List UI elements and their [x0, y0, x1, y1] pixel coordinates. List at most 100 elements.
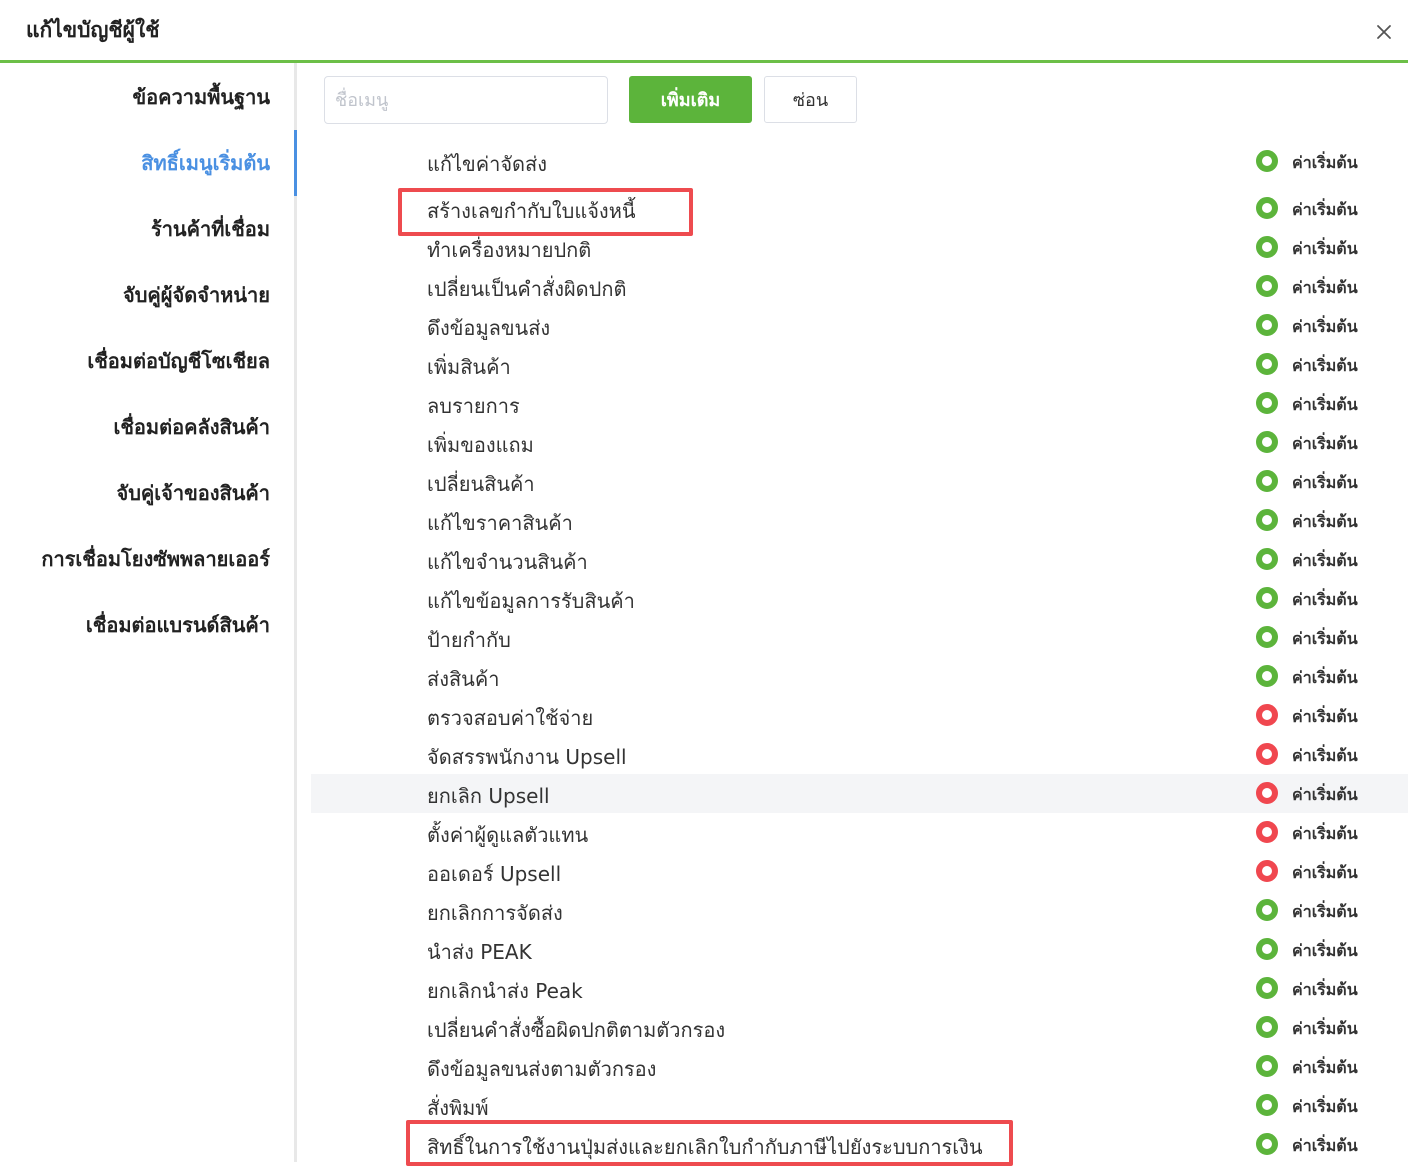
sidebar-item-brands[interactable]: เชื่อมต่อแบรนด์สินค้า: [0, 592, 270, 658]
status-label: ค่าเริ่มต้น: [1292, 629, 1358, 648]
permission-name: แก้ไขข้อมูลการรับสินค้า: [427, 589, 635, 613]
status-on-icon[interactable]: [1256, 392, 1278, 414]
permission-row-hovered: ยกเลิก Upsell ค่าเริ่มต้น: [311, 774, 1408, 813]
status-label: ค่าเริ่มต้น: [1292, 863, 1358, 882]
status-on-icon[interactable]: [1256, 314, 1278, 336]
permission-name: ตรวจสอบค่าใช้จ่าย: [427, 706, 594, 730]
permission-row: ดึงข้อมูลขนส่ง ค่าเริ่มต้น: [311, 306, 1408, 345]
permission-name: เปลี่ยนสินค้า: [427, 472, 535, 496]
permission-name: ยกเลิกนำส่ง Peak: [427, 979, 583, 1003]
sidebar-item-match-distributors[interactable]: จับคู่ผู้จัดจำหน่าย: [0, 262, 270, 328]
status-label: ค่าเริ่มต้น: [1292, 200, 1358, 219]
status-on-icon[interactable]: [1256, 197, 1278, 219]
status-off-icon[interactable]: [1256, 782, 1278, 804]
permission-row: เพิ่มสินค้า ค่าเริ่มต้น: [311, 345, 1408, 384]
sidebar-item-product-owners[interactable]: จับคู่เจ้าของสินค้า: [0, 460, 270, 526]
status-label: ค่าเริ่มต้น: [1292, 473, 1358, 492]
status-on-icon[interactable]: [1256, 509, 1278, 531]
sidebar-item-basic-info[interactable]: ข้อความพื้นฐาน: [0, 64, 271, 130]
status-label: ค่าเริ่มต้น: [1292, 746, 1358, 765]
sidebar-item-warehouse[interactable]: เชื่อมต่อคลังสินค้า: [0, 394, 271, 460]
status-on-icon[interactable]: [1256, 1094, 1278, 1116]
active-indicator: [294, 130, 297, 196]
status-on-icon[interactable]: [1256, 1133, 1278, 1155]
status-label: ค่าเริ่มต้น: [1292, 902, 1358, 921]
sidebar-item-social-accounts[interactable]: เชื่อมต่อบัญชีโซเชียล: [0, 328, 270, 394]
annotation-highlight-box: [398, 188, 693, 236]
permission-name: ส่งสินค้า: [427, 667, 500, 691]
sidebar: ข้อความพื้นฐาน สิทธิ์เมนูเริ่มต้น ร้านค้…: [0, 63, 297, 1162]
status-label: ค่าเริ่มต้น: [1292, 824, 1358, 843]
hide-button[interactable]: ซ่อน: [764, 76, 857, 123]
permission-row: ออเดอร์ Upsell ค่าเริ่มต้น: [311, 852, 1408, 891]
status-label: ค่าเริ่มต้น: [1292, 278, 1358, 297]
dialog-title: แก้ไขบัญชีผู้ใช้: [26, 18, 160, 42]
permission-name: ป้ายกำกับ: [427, 628, 511, 652]
sidebar-item-default-menu-permissions[interactable]: สิทธิ์เมนูเริ่มต้น: [0, 130, 270, 196]
sidebar-item-connected-shops[interactable]: ร้านค้าที่เชื่อม: [0, 196, 270, 262]
status-label: ค่าเริ่มต้น: [1292, 395, 1358, 414]
permission-row: ยกเลิกการจัดส่ง ค่าเริ่มต้น: [311, 891, 1408, 930]
status-on-icon[interactable]: [1256, 665, 1278, 687]
status-label: ค่าเริ่มต้น: [1292, 356, 1358, 375]
status-label: ค่าเริ่มต้น: [1292, 434, 1358, 453]
permission-row: เปลี่ยนเป็นคำสั่งผิดปกติ ค่าเริ่มต้น: [311, 267, 1408, 306]
permission-name: ทำเครื่องหมายปกติ: [427, 238, 592, 262]
status-label: ค่าเริ่มต้น: [1292, 1136, 1358, 1155]
status-on-icon[interactable]: [1256, 236, 1278, 258]
permission-row: ลบรายการ ค่าเริ่มต้น: [311, 384, 1408, 423]
status-on-icon[interactable]: [1256, 548, 1278, 570]
status-on-icon[interactable]: [1256, 977, 1278, 999]
status-off-icon[interactable]: [1256, 860, 1278, 882]
sidebar-item-supplier-links[interactable]: การเชื่อมโยงซัพพลายเออร์: [0, 526, 270, 592]
permission-name: ออเดอร์ Upsell: [427, 862, 562, 886]
add-button[interactable]: เพิ่มเติม: [629, 76, 752, 123]
status-label: ค่าเริ่มต้น: [1292, 590, 1358, 609]
status-label: ค่าเริ่มต้น: [1292, 1058, 1358, 1077]
permission-row: ป้ายกำกับ ค่าเริ่มต้น: [311, 618, 1408, 657]
menu-name-search-input[interactable]: [324, 76, 608, 124]
permission-row: เพิ่มของแถม ค่าเริ่มต้น: [311, 423, 1408, 462]
status-label: ค่าเริ่มต้น: [1292, 1097, 1358, 1116]
permission-row: เปลี่ยนคำสั่งซื้อผิดปกติตามตัวกรอง ค่าเร…: [311, 1008, 1408, 1047]
permission-name: เพิ่มของแถม: [427, 433, 534, 457]
status-off-icon[interactable]: [1256, 704, 1278, 726]
status-label: ค่าเริ่มต้น: [1292, 941, 1358, 960]
permission-row: ตั้งค่าผู้ดูแลตัวแทน ค่าเริ่มต้น: [311, 813, 1408, 852]
permission-row: แก้ไขจำนวนสินค้า ค่าเริ่มต้น: [311, 540, 1408, 579]
permission-row: แก้ไขราคาสินค้า ค่าเริ่มต้น: [311, 501, 1408, 540]
permission-list: แก้ไขค่าจัดส่ง ค่าเริ่มต้น สร้างเลขกำกับ…: [311, 150, 1408, 1162]
status-label: ค่าเริ่มต้น: [1292, 707, 1358, 726]
status-label: ค่าเริ่มต้น: [1292, 317, 1358, 336]
permission-row: เปลี่ยนสินค้า ค่าเริ่มต้น: [311, 462, 1408, 501]
status-off-icon[interactable]: [1256, 821, 1278, 843]
permission-name: เปลี่ยนคำสั่งซื้อผิดปกติตามตัวกรอง: [427, 1018, 726, 1042]
close-icon[interactable]: [1372, 20, 1396, 44]
permission-row: จัดสรรพนักงาน Upsell ค่าเริ่มต้น: [311, 735, 1408, 774]
status-on-icon[interactable]: [1256, 1016, 1278, 1038]
annotation-highlight-box: [406, 1120, 1013, 1166]
permission-row: แก้ไขค่าจัดส่ง ค่าเริ่มต้น: [311, 150, 1408, 189]
status-on-icon[interactable]: [1256, 938, 1278, 960]
permission-name: ตั้งค่าผู้ดูแลตัวแทน: [427, 823, 589, 847]
permission-name: ดึงข้อมูลขนส่งตามตัวกรอง: [427, 1057, 657, 1081]
status-on-icon[interactable]: [1256, 353, 1278, 375]
permission-name: นำส่ง PEAK: [427, 940, 532, 964]
status-on-icon[interactable]: [1256, 431, 1278, 453]
permission-name: ดึงข้อมูลขนส่ง: [427, 316, 551, 340]
status-on-icon[interactable]: [1256, 150, 1278, 172]
status-off-icon[interactable]: [1256, 743, 1278, 765]
status-on-icon[interactable]: [1256, 899, 1278, 921]
status-on-icon[interactable]: [1256, 626, 1278, 648]
status-label: ค่าเริ่มต้น: [1292, 1019, 1358, 1038]
permission-row: ยกเลิกนำส่ง Peak ค่าเริ่มต้น: [311, 969, 1408, 1008]
permission-row: นำส่ง PEAK ค่าเริ่มต้น: [311, 930, 1408, 969]
status-on-icon[interactable]: [1256, 275, 1278, 297]
status-label: ค่าเริ่มต้น: [1292, 239, 1358, 258]
status-on-icon[interactable]: [1256, 1055, 1278, 1077]
status-on-icon[interactable]: [1256, 470, 1278, 492]
status-label: ค่าเริ่มต้น: [1292, 785, 1358, 804]
status-on-icon[interactable]: [1256, 587, 1278, 609]
permission-row: แก้ไขข้อมูลการรับสินค้า ค่าเริ่มต้น: [311, 579, 1408, 618]
permission-name: ยกเลิก Upsell: [427, 784, 550, 808]
